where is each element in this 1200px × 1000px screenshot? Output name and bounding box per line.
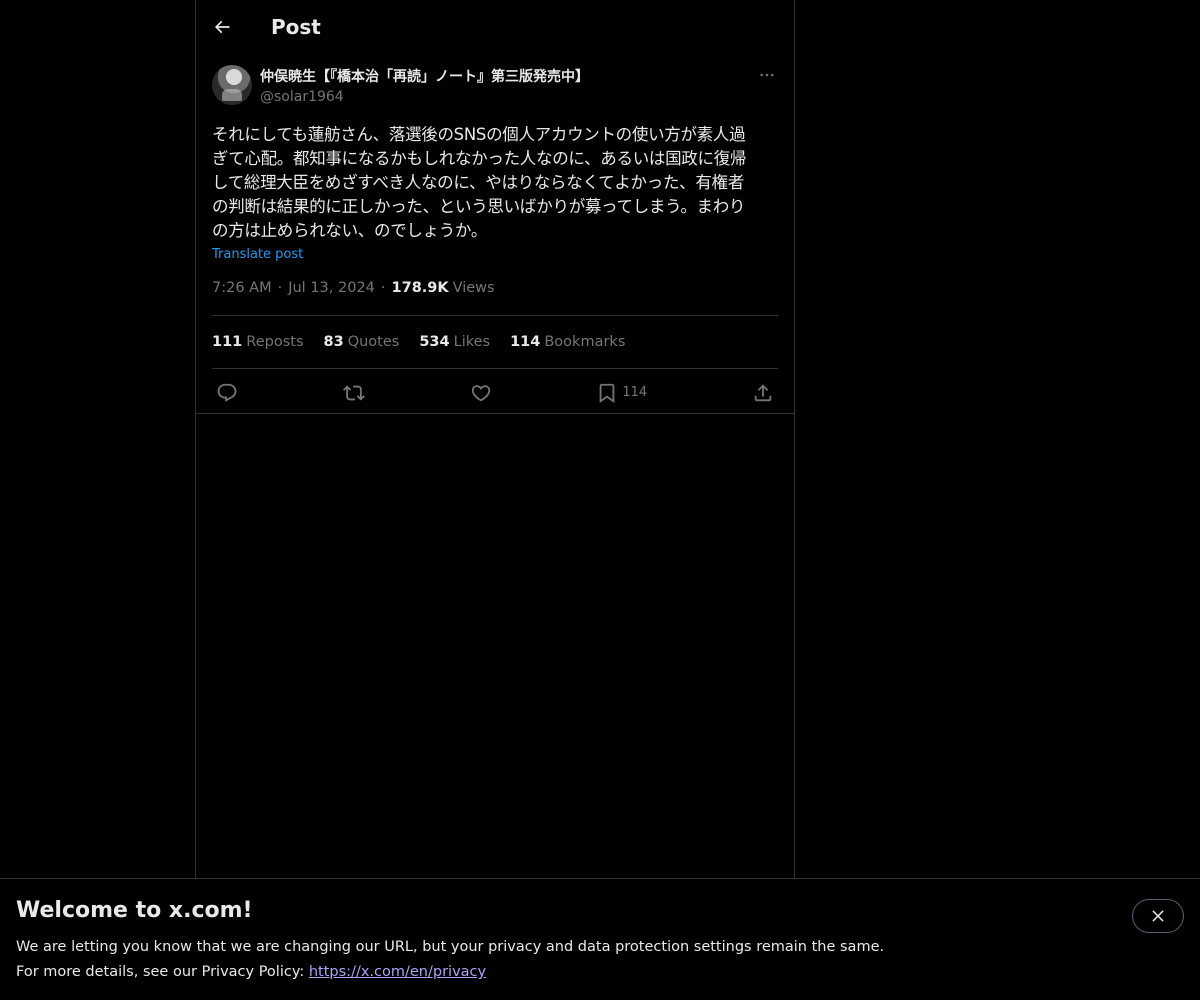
arrow-left-icon bbox=[214, 20, 230, 33]
page-title: Post bbox=[271, 14, 321, 39]
reposts-stat[interactable]: 111 Reposts bbox=[212, 334, 304, 350]
post-actions: 114 bbox=[212, 369, 778, 416]
post-text: それにしても蓮舫さん、落選後のSNSの個人アカウントの使い方が素人過 ぎて心配。… bbox=[212, 125, 747, 240]
like-button[interactable] bbox=[470, 382, 492, 404]
banner-line-1: We are letting you know that we are chan… bbox=[16, 939, 885, 955]
post-time[interactable]: 7:26 AM bbox=[212, 280, 272, 296]
reposts-count: 111 bbox=[212, 334, 243, 350]
post-detail: 仲俣暁生【『橋本治「再読」ノート』第三版発売中】 @solar1964 それにし… bbox=[196, 53, 794, 416]
post-date[interactable]: Jul 13, 2024 bbox=[288, 280, 375, 296]
quotes-label: Quotes bbox=[347, 334, 400, 350]
meta-separator: · bbox=[380, 280, 386, 296]
page-header: Post bbox=[196, 0, 794, 53]
meta-separator: · bbox=[277, 280, 283, 296]
share-button[interactable] bbox=[752, 382, 774, 404]
bookmarks-count: 114 bbox=[510, 334, 541, 350]
translate-post-link[interactable]: Translate post bbox=[212, 247, 303, 262]
avatar[interactable] bbox=[212, 65, 252, 105]
bookmark-action-count: 114 bbox=[622, 385, 648, 400]
likes-count: 534 bbox=[419, 334, 450, 350]
heart-icon bbox=[471, 384, 490, 401]
back-button[interactable] bbox=[205, 10, 239, 44]
quotes-count: 83 bbox=[323, 334, 344, 350]
reply-icon bbox=[217, 383, 237, 402]
close-icon bbox=[1152, 910, 1164, 922]
repost-button[interactable] bbox=[342, 382, 365, 404]
privacy-policy-link[interactable]: https://x.com/en/privacy bbox=[309, 964, 486, 980]
bookmarks-label: Bookmarks bbox=[544, 334, 626, 350]
reposts-label: Reposts bbox=[246, 334, 304, 350]
close-banner-button[interactable] bbox=[1132, 899, 1184, 933]
url-change-banner: Welcome to x.com! We are letting you kno… bbox=[0, 878, 1200, 1000]
more-options-button[interactable] bbox=[756, 65, 778, 85]
banner-line-2-prefix: For more details, see our Privacy Policy… bbox=[16, 964, 309, 980]
bookmark-button[interactable]: 114 bbox=[596, 382, 647, 404]
post-divider bbox=[195, 413, 795, 414]
author-row: 仲俣暁生【『橋本治「再読」ノート』第三版発売中】 @solar1964 bbox=[212, 65, 778, 107]
more-icon bbox=[760, 73, 774, 77]
author-display-name[interactable]: 仲俣暁生【『橋本治「再読」ノート』第三版発売中】 bbox=[260, 67, 589, 87]
likes-label: Likes bbox=[453, 334, 491, 350]
share-icon bbox=[754, 383, 772, 401]
author-info: 仲俣暁生【『橋本治「再読」ノート』第三版発売中】 @solar1964 bbox=[260, 65, 589, 107]
post-stats: 111 Reposts 83 Quotes 534 Likes 114 Bookmark… bbox=[212, 316, 778, 369]
banner-line-2: For more details, see our Privacy Policy… bbox=[16, 960, 1184, 985]
likes-stat[interactable]: 534 Likes bbox=[419, 334, 490, 350]
primary-column: Post 仲俣暁生【『橋本治「再読」ノート』第三版発売中】 @solar1964… bbox=[195, 0, 795, 1000]
bookmark-icon bbox=[600, 383, 615, 403]
reply-button[interactable] bbox=[216, 382, 238, 404]
quotes-stat[interactable]: 83 Quotes bbox=[324, 334, 400, 350]
author-handle[interactable]: @solar1964 bbox=[260, 87, 589, 107]
banner-text: We are letting you know that we are chan… bbox=[16, 935, 1184, 985]
post-meta: 7:26 AM · Jul 13, 2024 · 178.9K Views bbox=[212, 278, 778, 316]
views-count: 178.9K bbox=[391, 280, 449, 296]
banner-title: Welcome to x.com! bbox=[16, 898, 253, 923]
bookmarks-stat[interactable]: 114 Bookmarks bbox=[510, 334, 625, 350]
views-label: Views bbox=[452, 280, 495, 296]
repost-icon bbox=[342, 385, 365, 400]
